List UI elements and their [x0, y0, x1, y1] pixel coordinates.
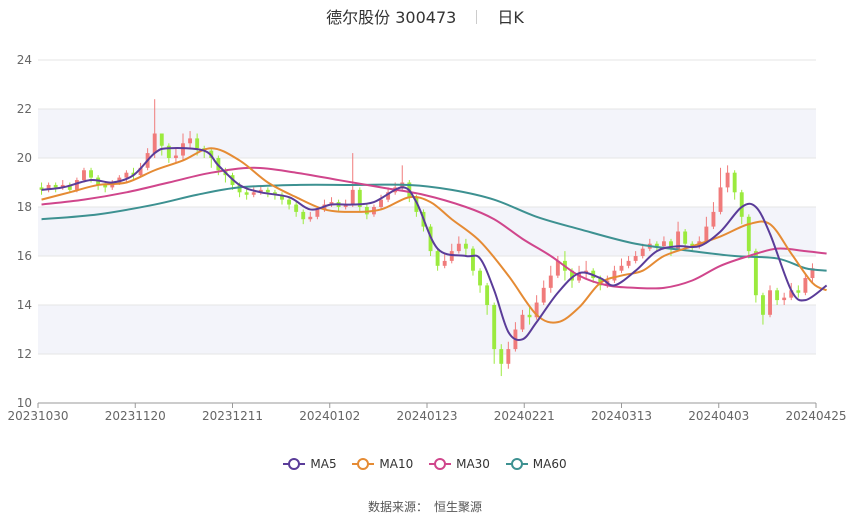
y-tick-label: 10	[17, 396, 32, 410]
y-tick-label: 24	[17, 53, 32, 67]
x-tick-label: 20240425	[785, 409, 846, 423]
legend-ma5-swatch	[283, 458, 306, 470]
candle-body	[74, 180, 79, 190]
candle-body	[463, 243, 468, 249]
candle-body	[301, 211, 306, 220]
candle-body	[626, 260, 631, 266]
data-source: 数据来源： 恒生聚源	[0, 498, 850, 515]
candle-body	[768, 290, 772, 315]
y-tick-label: 18	[17, 200, 32, 214]
candle-body	[548, 275, 553, 288]
plot-band	[38, 305, 816, 354]
candle-body	[152, 133, 157, 154]
candle-body	[704, 226, 709, 242]
candle-body	[265, 189, 270, 193]
candle-body	[775, 290, 780, 301]
x-tick-label: 20240123	[396, 409, 457, 423]
x-axis: 20231030 20231120 20231211 20240102 20240123…	[7, 402, 847, 423]
candle-body	[527, 314, 532, 318]
candle-body	[173, 155, 178, 158]
y-tick-label: 22	[17, 102, 32, 116]
candle-body	[53, 184, 58, 188]
candle-body	[251, 192, 256, 195]
y-tick-label: 12	[17, 347, 32, 361]
legend-ma5-label: MA5	[310, 457, 337, 471]
candle-body	[287, 199, 292, 205]
candle-body	[294, 204, 299, 212]
candle-body	[442, 260, 447, 266]
y-tick-label: 16	[17, 249, 32, 263]
candle-body	[82, 170, 86, 181]
candle-body	[619, 265, 624, 271]
candle-body	[492, 305, 497, 350]
y-tick-label: 14	[17, 298, 32, 312]
x-tick-label: 20240403	[688, 409, 749, 423]
y-axis-ticks: 10 12 14 16 18 20 22 24	[17, 53, 32, 410]
candle-body	[478, 270, 482, 286]
y-tick-label: 20	[17, 151, 32, 165]
candle-body	[633, 256, 638, 261]
candle-body	[725, 172, 730, 188]
source-name: 恒生聚源	[434, 500, 483, 514]
candle-body	[739, 192, 744, 217]
x-tick-label: 20240313	[591, 409, 652, 423]
candle-body	[506, 349, 511, 364]
candle-body	[711, 211, 716, 227]
candle-body	[803, 278, 808, 293]
legend-item-ma60[interactable]: MA60	[505, 457, 567, 471]
x-tick-label: 20231211	[202, 409, 263, 423]
legend-item-ma30[interactable]: MA30	[429, 457, 490, 471]
candle-body	[379, 199, 383, 207]
legend-ma30-swatch	[429, 458, 452, 470]
candle-body	[683, 231, 688, 244]
candle-body	[612, 270, 617, 281]
candle-body	[520, 314, 525, 330]
candle-body	[654, 243, 659, 247]
candle-body	[661, 241, 666, 247]
candle-body	[471, 248, 475, 271]
x-tick-label: 20231120	[105, 409, 166, 423]
candle-body	[244, 192, 249, 195]
candle-body	[761, 295, 765, 315]
legend-ma60-label: MA60	[532, 457, 567, 471]
legend-ma60-swatch	[505, 458, 528, 470]
candle-body	[124, 172, 129, 178]
candle-body	[159, 133, 164, 146]
candle-body	[435, 251, 440, 266]
x-tick-label: 20240221	[494, 409, 555, 423]
candle-body	[188, 138, 193, 144]
candle-body	[456, 243, 461, 252]
candle-body	[485, 285, 490, 305]
candle-body	[181, 143, 185, 156]
candle-body	[732, 172, 737, 193]
chart-legend: MA5 MA10 MA30 MA60	[0, 457, 850, 473]
x-tick-label: 20231030	[7, 409, 68, 423]
legend-item-ma5[interactable]: MA5	[283, 457, 337, 471]
legend-ma30-label: MA30	[456, 457, 490, 471]
candle-body	[541, 287, 546, 303]
candle-body	[640, 248, 645, 256]
candle-body	[796, 290, 801, 293]
legend-ma10-swatch	[352, 458, 375, 470]
candle-body	[315, 209, 320, 217]
candle-body	[718, 187, 723, 212]
legend-item-ma10[interactable]: MA10	[352, 457, 413, 471]
x-tick-label: 20240102	[299, 409, 360, 423]
candle-body	[308, 216, 313, 220]
candle-body	[350, 189, 355, 205]
candle-body	[195, 138, 200, 149]
legend-ma10-label: MA10	[379, 457, 414, 471]
candle-body	[746, 216, 751, 252]
source-label: 数据来源：	[367, 500, 428, 514]
candle-body	[89, 170, 93, 178]
candle-body	[499, 349, 504, 364]
candlestick-chart: 10 12 14 16 18 20 22 24 20231030 20231120 2023121…	[7, 53, 847, 423]
candle-body	[782, 297, 787, 301]
